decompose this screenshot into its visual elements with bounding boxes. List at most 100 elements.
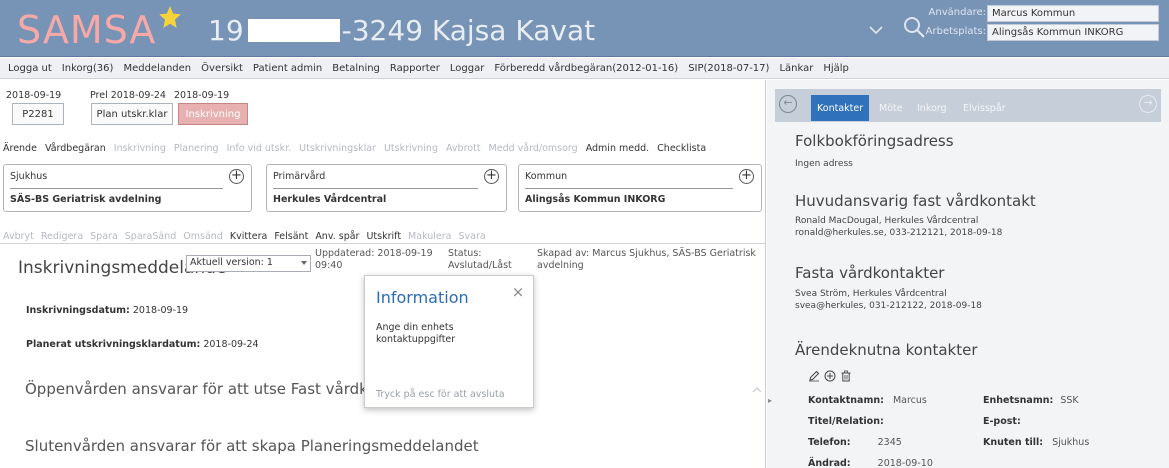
chevron-down-icon[interactable] [868,22,884,38]
close-icon[interactable]: × [511,285,525,300]
action-avbryt: Avbryt [3,230,34,242]
arrow-left-icon[interactable]: ← [779,95,797,113]
case-panel: 2018-09-19 Prel 2018-09-24 2018-09-19 P2… [0,80,766,468]
unit-label: Kommun [525,171,568,182]
unit-value: SÄS-BS Geriatrisk avdelning [10,194,162,205]
action-sparasand: SparaSänd [124,230,177,242]
updated-info: Uppdaterad: 2018-09-19 09:40 [315,248,445,272]
pnr-redaction [247,19,340,42]
responsibility-text-1: Öppenvården ansvarar för att utse Fast v… [25,380,416,398]
edit-icon[interactable] [808,370,820,382]
add-icon[interactable]: + [739,169,754,184]
tab-inskrivning: Inskrivning [113,143,166,154]
contact-unit: Enhetsnamn: SSK [983,395,1079,406]
tab-kontakter[interactable]: Kontakter [811,95,870,121]
plan-utskr-button[interactable]: Plan utskr.klar [91,103,173,125]
information-dialog: Information × Ange din enhets kontaktupp… [364,275,534,408]
add-contact-icon[interactable] [824,370,836,382]
menu-forberedd-vardbegaran[interactable]: Förberedd vårdbegäran(2012-01-16) [494,63,678,74]
add-icon[interactable]: + [229,169,244,184]
contact-phone-value: 2345 [877,437,902,448]
star-icon[interactable] [157,4,183,30]
version-select[interactable]: Aktuell version: 1 [186,255,311,272]
menu-patient-admin[interactable]: Patient admin [253,63,322,74]
menu-oversikt[interactable]: Översikt [201,63,243,74]
contact-email-label: E-post: [983,416,1021,427]
contact-actions [808,370,852,382]
dropdown-caret-icon [301,261,307,265]
version-value: Aktuell version: 1 [190,257,273,268]
menu-meddelanden[interactable]: Meddelanden [123,63,191,74]
message-actions: Avbryt Redigera Spara SparaSänd Omsänd K… [0,228,766,244]
menu-rapporter[interactable]: Rapporter [390,63,440,74]
section-fasta-vardkontakter: Fasta vårdkontakter [795,264,945,282]
tab-utskrivningsklar: Utskrivningsklar [299,143,376,154]
tab-mote[interactable]: Möte [873,95,909,121]
arrow-right-icon[interactable]: → [1139,95,1157,113]
planned-discharge-label: Planerat utskrivningsklardatum: [26,339,201,350]
unit-primarvard: Primärvård + Herkules Vårdcentral [266,164,507,212]
expand-arrow-icon[interactable]: ▸ [768,396,772,405]
case-tabs: Ärende Vårdbegäran Inskrivning Planering… [0,139,766,158]
tab-arende[interactable]: Ärende [3,143,37,154]
menu-logga-ut[interactable]: Logga ut [8,63,52,74]
delete-icon[interactable] [840,370,852,382]
menu-sip[interactable]: SIP(2018-07-17) [688,63,769,74]
divider [10,188,223,189]
divider [0,243,766,244]
action-makulera: Makulera [408,230,452,242]
dialog-footer-hint: Tryck på esc för att avsluta [376,389,505,400]
section-huvudansvarig: Huvudansvarig fast vårdkontakt [795,192,1036,210]
menu-betalning[interactable]: Betalning [332,63,380,74]
contact-name-label: Kontaktnamn: [808,395,884,406]
status-value: Avslutad/Låst [448,260,512,271]
workplace-field[interactable]: Alingsås Kommun INKORG [987,24,1159,41]
updated-line-2: 09:40 [315,260,343,271]
tab-avbrott: Avbrott [445,143,481,154]
tab-info-vid-utskr: Info vid utskr. [226,143,292,154]
unit-label: Sjukhus [10,171,48,182]
dialog-message: Ange din enhets kontaktuppgifter [376,322,456,345]
contact-row-3: Telefon: 2345 [808,437,902,448]
action-felsant[interactable]: Felsänt [274,231,308,242]
tab-inkorg[interactable]: Inkorg [911,95,953,121]
created-line-2: avdelning [537,260,584,271]
tab-vardbegaran[interactable]: Vårdbegäran [45,143,106,154]
action-kvittera[interactable]: Kvittera [230,231,268,242]
folkbokforing-value: Ingen adress [795,159,853,169]
status-label: Status: [448,248,482,259]
menu-lankar[interactable]: Länkar [779,63,813,74]
inskrivning-button[interactable]: Inskrivning [178,103,248,125]
user-field[interactable]: Marcus Kommun [987,5,1159,22]
date-1: 2018-09-19 [6,90,62,101]
menu-inkorg[interactable]: Inkorg(36) [62,63,114,74]
tab-checklista[interactable]: Checklista [657,143,706,154]
contact-unit-value: SSK [1060,395,1079,406]
planned-discharge-value: 2018-09-24 [203,339,259,350]
section-folkbokforing: Folkbokföringsadress [795,132,954,150]
tab-elvisspar[interactable]: Elvisspår [957,95,1012,121]
case-number-button[interactable]: P2281 [12,103,64,125]
status-info: Status: Avslutad/Låst [448,248,518,272]
admission-date-value: 2018-09-19 [132,305,189,316]
contact-changed-label: Ändrad: [808,458,851,468]
menu-loggar[interactable]: Loggar [450,63,484,74]
menu-hjalp[interactable]: Hjälp [823,63,849,74]
user-label: Användare: [928,7,986,18]
contact-row-4: Ändrad: 2018-09-10 [808,458,933,468]
planned-discharge-field: Planerat utskrivningsklardatum: 2018-09-… [26,339,259,350]
contacts-panel: ← Kontakter Möte Inkorg Elvisspår → Folk… [767,80,1169,468]
divider [525,188,733,189]
tab-utskrivning: Utskrivning [383,143,438,154]
created-info: Skapad av: Marcus Sjukhus, SÄS-BS Geriat… [537,248,757,272]
tab-admin-medd[interactable]: Admin medd. [586,143,649,154]
add-icon[interactable]: + [484,169,499,184]
scroll-up-icon[interactable] [752,385,762,395]
action-anv-spar[interactable]: Anv. spår [315,231,359,242]
contact-title-label: Titel/Relation: [808,416,884,427]
workplace-label: Arbetsplats: [925,26,986,37]
action-utskrift[interactable]: Utskrift [366,231,401,242]
action-spara: Spara [90,230,118,242]
date-2: Prel 2018-09-24 [90,90,166,101]
unit-label: Primärvård [273,171,326,182]
